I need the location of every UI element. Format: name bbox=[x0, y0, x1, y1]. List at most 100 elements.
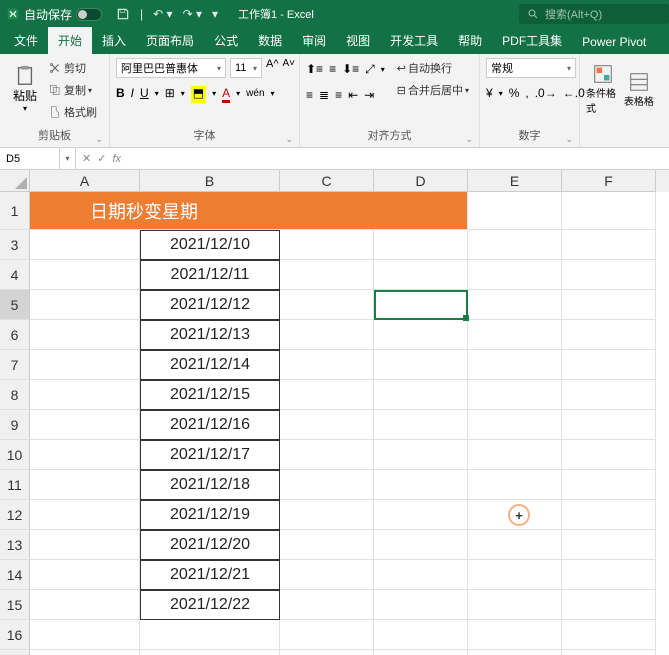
cell-E9[interactable] bbox=[468, 410, 562, 440]
tab-页面布局[interactable]: 页面布局 bbox=[136, 27, 204, 54]
autosave-toggle[interactable] bbox=[76, 8, 102, 21]
tab-Power Pivot[interactable]: Power Pivot bbox=[572, 30, 656, 54]
cell-E11[interactable] bbox=[468, 470, 562, 500]
italic-button[interactable]: I bbox=[131, 86, 134, 100]
row-header-1[interactable]: 1 bbox=[0, 192, 30, 230]
cell-E12[interactable] bbox=[468, 500, 562, 530]
cell-B12[interactable]: 2021/12/19 bbox=[140, 500, 280, 530]
cell-C11[interactable] bbox=[280, 470, 374, 500]
cell-D3[interactable] bbox=[374, 230, 468, 260]
row-header-3[interactable]: 3 bbox=[0, 230, 30, 260]
format-painter-button[interactable]: 格式刷 bbox=[48, 102, 97, 122]
cell-F1[interactable] bbox=[562, 192, 656, 230]
cell-B4[interactable]: 2021/12/11 bbox=[140, 260, 280, 290]
select-all-corner[interactable] bbox=[0, 170, 30, 192]
cell-E15[interactable] bbox=[468, 590, 562, 620]
cell-F9[interactable] bbox=[562, 410, 656, 440]
cell-B13[interactable]: 2021/12/20 bbox=[140, 530, 280, 560]
paste-button[interactable]: 粘贴 ▾ bbox=[6, 58, 44, 120]
cell-E1[interactable] bbox=[468, 192, 562, 230]
cell-C15[interactable] bbox=[280, 590, 374, 620]
cell-D10[interactable] bbox=[374, 440, 468, 470]
decrease-font-button[interactable]: A˅ bbox=[283, 58, 296, 78]
tab-开始[interactable]: 开始 bbox=[48, 27, 92, 54]
cell-F14[interactable] bbox=[562, 560, 656, 590]
cell-E13[interactable] bbox=[468, 530, 562, 560]
font-color-button[interactable]: A bbox=[222, 86, 230, 100]
cell-E14[interactable] bbox=[468, 560, 562, 590]
row-header-13[interactable]: 13 bbox=[0, 530, 30, 560]
cells-area[interactable]: 日期秒变星期2021/12/102021/12/112021/12/122021… bbox=[30, 192, 669, 655]
cell-D6[interactable] bbox=[374, 320, 468, 350]
cell-B8[interactable]: 2021/12/15 bbox=[140, 380, 280, 410]
tab-公式[interactable]: 公式 bbox=[204, 27, 248, 54]
undo-button[interactable]: ↶ ▾ bbox=[153, 7, 172, 21]
cell-A14[interactable] bbox=[30, 560, 140, 590]
cell-C17[interactable] bbox=[280, 650, 374, 655]
row-header-4[interactable]: 4 bbox=[0, 260, 30, 290]
cell-C7[interactable] bbox=[280, 350, 374, 380]
align-middle-button[interactable]: ≡ bbox=[329, 62, 336, 76]
cell-C12[interactable] bbox=[280, 500, 374, 530]
cell-A15[interactable] bbox=[30, 590, 140, 620]
cell-C16[interactable] bbox=[280, 620, 374, 650]
cell-F4[interactable] bbox=[562, 260, 656, 290]
qat-customize[interactable]: ▾ bbox=[212, 7, 218, 21]
tab-PDF工具集[interactable]: PDF工具集 bbox=[492, 27, 572, 54]
tab-开发工具[interactable]: 开发工具 bbox=[380, 27, 448, 54]
fx-button[interactable]: fx bbox=[112, 153, 121, 165]
cell-E8[interactable] bbox=[468, 380, 562, 410]
align-bottom-button[interactable]: ⬇≡ bbox=[342, 62, 359, 76]
cell-E5[interactable] bbox=[468, 290, 562, 320]
cell-B9[interactable]: 2021/12/16 bbox=[140, 410, 280, 440]
cell-D8[interactable] bbox=[374, 380, 468, 410]
cell-B7[interactable]: 2021/12/14 bbox=[140, 350, 280, 380]
increase-indent-button[interactable]: ⇥ bbox=[364, 88, 374, 102]
accounting-format-button[interactable]: ¥ bbox=[486, 86, 493, 100]
cell-E6[interactable] bbox=[468, 320, 562, 350]
copy-button[interactable]: 复制▾ bbox=[48, 80, 97, 100]
save-icon[interactable] bbox=[116, 7, 130, 21]
cell-F13[interactable] bbox=[562, 530, 656, 560]
row-header-8[interactable]: 8 bbox=[0, 380, 30, 410]
name-box-dropdown[interactable]: ▾ bbox=[60, 148, 76, 169]
col-header-D[interactable]: D bbox=[374, 170, 468, 192]
col-header-B[interactable]: B bbox=[140, 170, 280, 192]
cell-C5[interactable] bbox=[280, 290, 374, 320]
align-right-button[interactable]: ≡ bbox=[335, 88, 342, 102]
phonetic-button[interactable]: wén bbox=[246, 88, 264, 99]
cell-D16[interactable] bbox=[374, 620, 468, 650]
cell-E16[interactable] bbox=[468, 620, 562, 650]
cell-B16[interactable] bbox=[140, 620, 280, 650]
conditional-format-button[interactable]: 条件格式 bbox=[586, 58, 620, 120]
row-header-12[interactable]: 12 bbox=[0, 500, 30, 530]
comma-button[interactable]: , bbox=[525, 86, 528, 100]
cell-B15[interactable]: 2021/12/22 bbox=[140, 590, 280, 620]
cell-B3[interactable]: 2021/12/10 bbox=[140, 230, 280, 260]
search-box[interactable]: 搜索(Alt+Q) bbox=[519, 4, 669, 24]
font-name-combo[interactable]: 阿里巴巴普惠体▾ bbox=[116, 58, 226, 78]
tab-审阅[interactable]: 审阅 bbox=[292, 27, 336, 54]
cell-A17[interactable] bbox=[30, 650, 140, 655]
number-format-combo[interactable]: 常规▾ bbox=[486, 58, 576, 78]
enter-formula-button[interactable]: ✓ bbox=[97, 152, 106, 165]
cell-A13[interactable] bbox=[30, 530, 140, 560]
name-box[interactable]: D5 bbox=[0, 148, 60, 169]
cell-E10[interactable] bbox=[468, 440, 562, 470]
cell-B17[interactable] bbox=[140, 650, 280, 655]
cell-D9[interactable] bbox=[374, 410, 468, 440]
cell-F7[interactable] bbox=[562, 350, 656, 380]
col-header-C[interactable]: C bbox=[280, 170, 374, 192]
cell-C13[interactable] bbox=[280, 530, 374, 560]
cell-C9[interactable] bbox=[280, 410, 374, 440]
cell-A9[interactable] bbox=[30, 410, 140, 440]
cell-D12[interactable] bbox=[374, 500, 468, 530]
row-header-9[interactable]: 9 bbox=[0, 410, 30, 440]
cell-C6[interactable] bbox=[280, 320, 374, 350]
cell-C3[interactable] bbox=[280, 230, 374, 260]
row-header-17[interactable]: 17 bbox=[0, 650, 30, 655]
row-header-11[interactable]: 11 bbox=[0, 470, 30, 500]
cell-F17[interactable] bbox=[562, 650, 656, 655]
cell-A3[interactable] bbox=[30, 230, 140, 260]
cell-A5[interactable] bbox=[30, 290, 140, 320]
